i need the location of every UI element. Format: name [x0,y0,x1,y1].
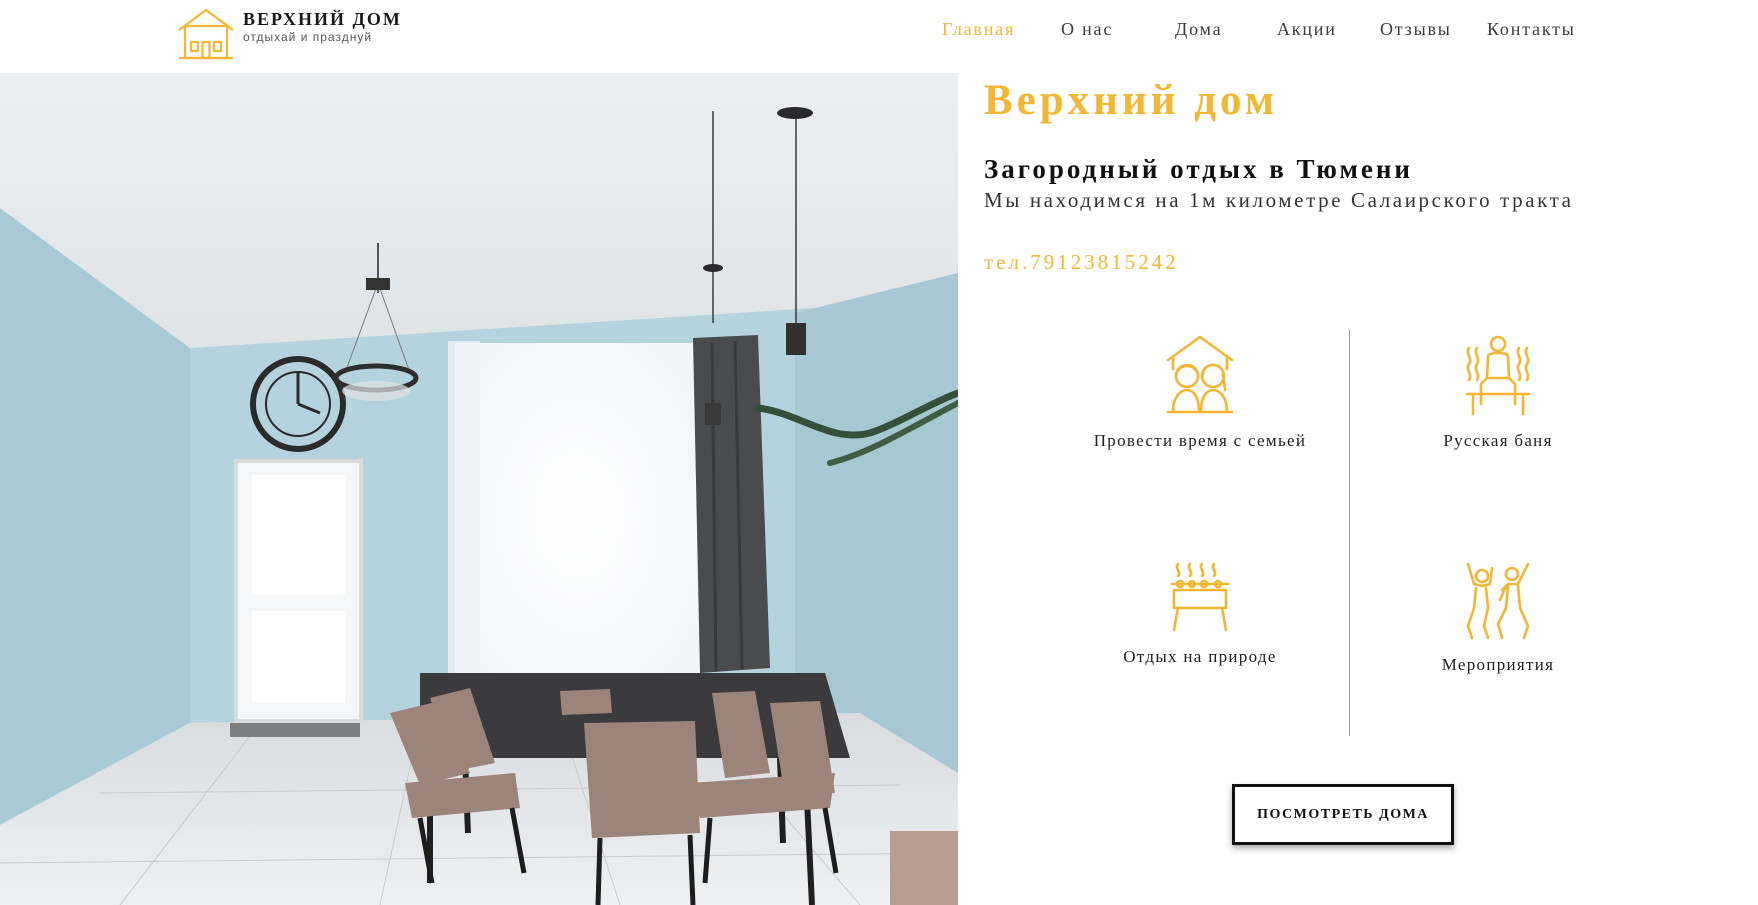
nav-item-houses[interactable]: Дома [1175,19,1222,40]
hero-address: Мы находимся на 1м километре Салаирского… [984,188,1574,212]
hero-title: Верхний дом [984,77,1278,124]
party-people-icon [1466,562,1530,640]
feature-sauna: Русская баня [1383,334,1613,452]
feature-events-label: Мероприятия [1441,655,1555,674]
sauna-icon [1465,335,1531,416]
features-divider [1349,330,1350,736]
feature-sauna-label: Русская баня [1443,431,1553,450]
grill-icon [1170,562,1230,632]
feature-nature-label: Отдых на природе [1123,647,1277,666]
view-houses-button[interactable]: ПОСМОТРЕТЬ ДОМА [1232,784,1454,845]
hero-photo [0,73,958,905]
site-header: ВЕРХНИЙ ДОМ отдыхай и празднуй Главная О… [0,0,1758,73]
nav-item-home[interactable]: Главная [942,19,1015,40]
feature-events: Мероприятия [1383,560,1613,676]
feature-family: Провести время с семьей [1085,334,1315,452]
hero-subtitle: Загородный отдых в Тюмени [984,154,1413,184]
nav-item-promotions[interactable]: Акции [1277,19,1337,40]
main-nav: Главная О нас Дома Акции Отзывы Контакты [0,19,1758,43]
phone-link[interactable]: тел.79123815242 [984,250,1179,275]
family-house-icon [1166,335,1234,414]
nav-item-reviews[interactable]: Отзывы [1380,19,1452,40]
nav-item-contacts[interactable]: Контакты [1487,19,1576,40]
nav-item-about[interactable]: О нас [1061,19,1113,40]
feature-family-label: Провести время с семьей [1093,431,1307,450]
feature-nature: Отдых на природе [1085,560,1315,668]
